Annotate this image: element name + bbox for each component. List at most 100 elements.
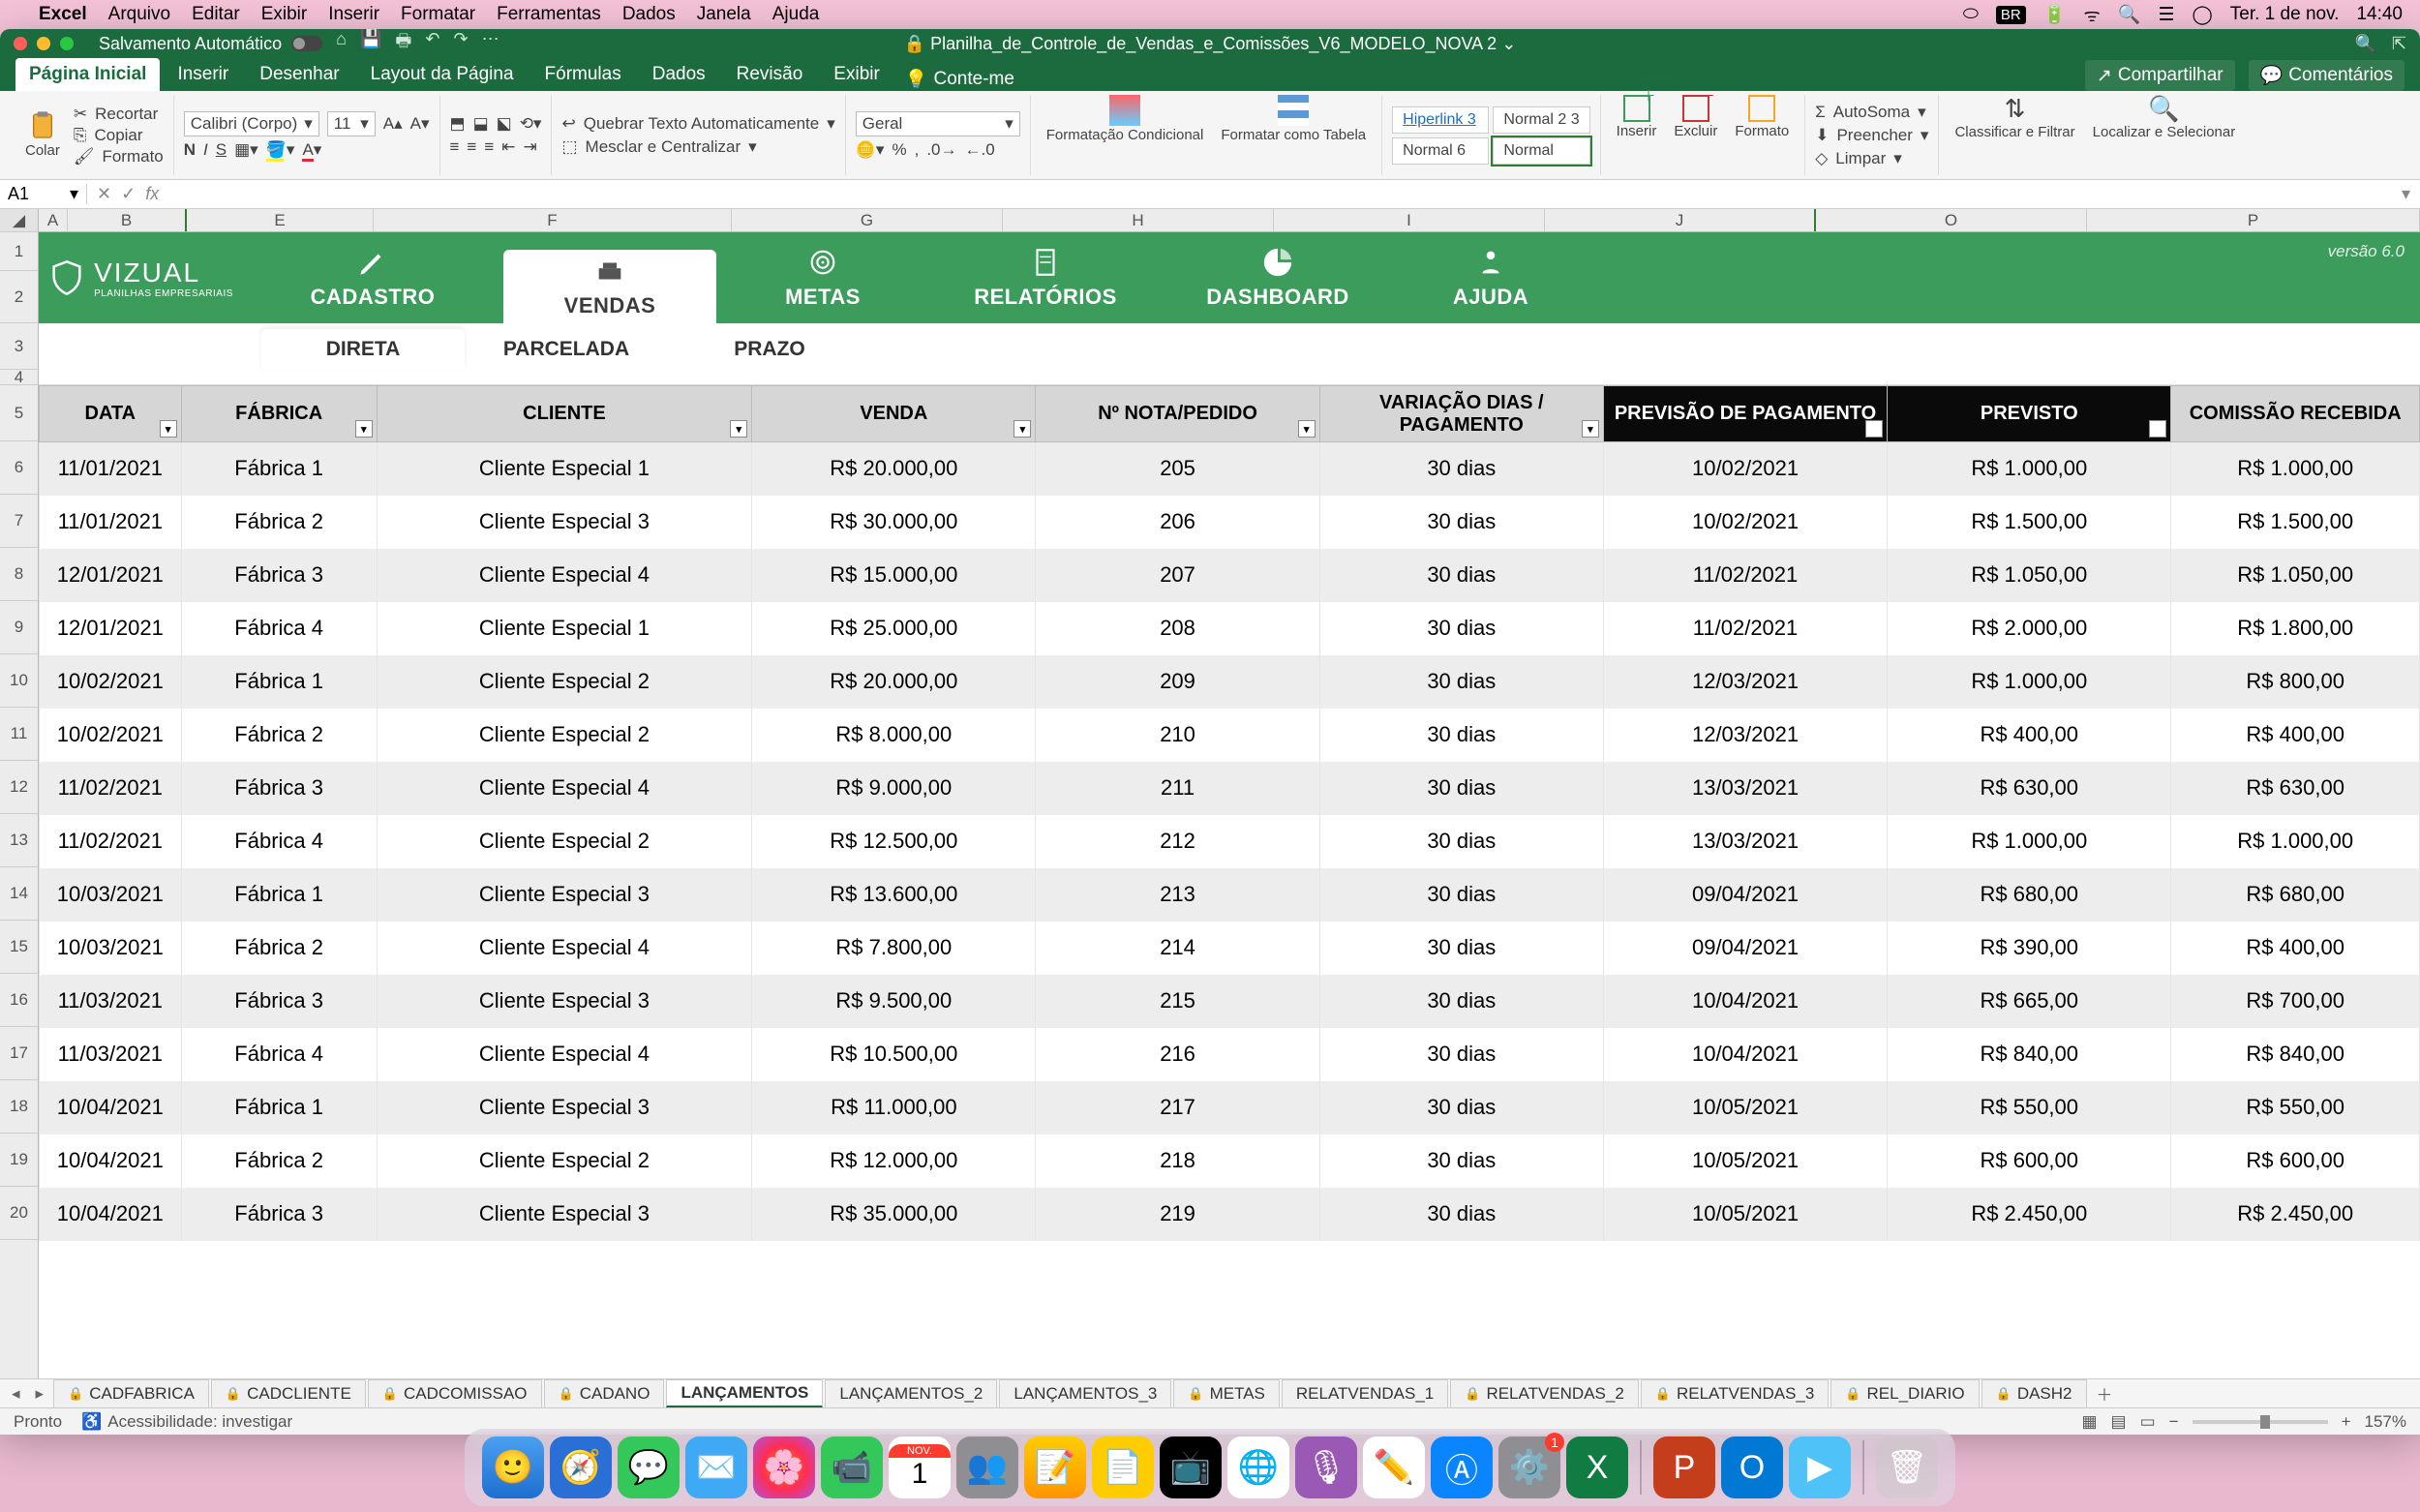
cell-data[interactable]: 10/02/2021 — [40, 709, 182, 762]
cell-prev[interactable]: 10/04/2021 — [1603, 1028, 1887, 1081]
cell-data[interactable]: 10/04/2021 — [40, 1134, 182, 1188]
menu-exibir[interactable]: Exibir — [261, 4, 308, 25]
percent-button[interactable]: % — [892, 140, 906, 160]
align-bottom-button[interactable]: ⬕ — [497, 114, 512, 134]
cell-previsto[interactable]: R$ 1.050,00 — [1888, 549, 2171, 602]
dock-pages[interactable]: ✏️ — [1363, 1436, 1425, 1498]
dock-appstore[interactable]: Ⓐ — [1431, 1436, 1493, 1498]
sheet-tab[interactable]: 🔒REL_DIARIO — [1830, 1379, 1979, 1407]
autosum-button[interactable]: ΣAutoSoma ▾ — [1815, 103, 1928, 122]
clear-button[interactable]: ◇Limpar ▾ — [1815, 149, 1928, 168]
filter-icon[interactable]: ▾ — [1865, 420, 1883, 438]
home-icon[interactable]: ⌂ — [336, 29, 347, 58]
cell-com[interactable]: R$ 400,00 — [2171, 922, 2420, 975]
cut-button[interactable]: ✂Recortar — [74, 105, 164, 124]
cell-style-normal23[interactable]: Normal 2 3 — [1493, 106, 1589, 134]
menu-editar[interactable]: Editar — [192, 4, 240, 25]
undo-icon[interactable]: ↶ — [425, 29, 439, 58]
row-header[interactable]: 19 — [0, 1134, 38, 1187]
cell-com[interactable]: R$ 700,00 — [2171, 975, 2420, 1028]
input-source[interactable]: BR — [1996, 6, 2026, 24]
align-left-button[interactable]: ≡ — [450, 137, 460, 157]
th-nota[interactable]: Nº NOTA/PEDIDO▾ — [1036, 386, 1319, 442]
align-middle-button[interactable]: ⬓ — [473, 114, 489, 134]
nav-metas[interactable]: METAS — [716, 232, 929, 323]
fill-color-button[interactable]: 🪣▾ — [266, 140, 295, 160]
col-header[interactable]: G — [732, 209, 1003, 231]
tab-layout[interactable]: Layout da Página — [357, 58, 528, 91]
page-break-button[interactable]: ▭ — [2140, 1412, 2156, 1432]
table-row[interactable]: 11/02/2021Fábrica 4Cliente Especial 2R$ … — [40, 815, 2420, 868]
cell-fab[interactable]: Fábrica 4 — [181, 1028, 377, 1081]
cell-cli[interactable]: Cliente Especial 3 — [377, 1081, 751, 1134]
cell-var[interactable]: 30 dias — [1319, 1134, 1603, 1188]
cell-data[interactable]: 11/02/2021 — [40, 815, 182, 868]
dock-trash[interactable]: 🗑 — [1876, 1436, 1938, 1498]
cell-prev[interactable]: 13/03/2021 — [1603, 815, 1887, 868]
filter-icon[interactable]: ▾ — [1298, 420, 1316, 438]
redo-icon[interactable]: ↷ — [454, 29, 469, 58]
menu-ajuda[interactable]: Ajuda — [772, 4, 820, 25]
cell-fab[interactable]: Fábrica 1 — [181, 1081, 377, 1134]
decrease-decimal-button[interactable]: ←.0 — [965, 140, 995, 160]
table-row[interactable]: 10/04/2021Fábrica 2Cliente Especial 2R$ … — [40, 1134, 2420, 1188]
sheet-tab[interactable]: 🔒RELATVENDAS_2 — [1450, 1379, 1639, 1407]
cell-venda[interactable]: R$ 13.600,00 — [752, 868, 1036, 922]
col-header[interactable]: J — [1545, 209, 1816, 231]
cell-cli[interactable]: Cliente Especial 4 — [377, 762, 751, 815]
merge-button[interactable]: ⬚Mesclar e Centralizar ▾ — [561, 137, 834, 157]
cell-nota[interactable]: 217 — [1036, 1081, 1319, 1134]
tab-pagina-inicial[interactable]: Página Inicial — [15, 58, 160, 91]
decrease-font-button[interactable]: A▾ — [410, 114, 430, 134]
th-data[interactable]: DATA▾ — [40, 386, 182, 442]
row-header[interactable]: 17 — [0, 1027, 38, 1080]
col-header[interactable]: F — [374, 209, 732, 231]
cell-prev[interactable]: 11/02/2021 — [1603, 602, 1887, 655]
copy-button[interactable]: ⎘Copiar — [74, 126, 164, 145]
normal-view-button[interactable]: ▦ — [2081, 1412, 2097, 1432]
cell-nota[interactable]: 206 — [1036, 496, 1319, 549]
cell-venda[interactable]: R$ 25.000,00 — [752, 602, 1036, 655]
dock-tv[interactable]: 📺 — [1160, 1436, 1222, 1498]
italic-button[interactable]: I — [203, 140, 208, 160]
cell-previsto[interactable]: R$ 390,00 — [1888, 922, 2171, 975]
sheet-tab[interactable]: LANÇAMENTOS_2 — [825, 1379, 997, 1407]
cell-previsto[interactable]: R$ 1.500,00 — [1888, 496, 2171, 549]
menubar-appname[interactable]: Excel — [39, 4, 87, 25]
zoom-level[interactable]: 157% — [2365, 1412, 2406, 1432]
sheet-tab[interactable]: 🔒CADFABRICA — [53, 1379, 209, 1407]
control-center-icon[interactable]: ☰ — [2158, 4, 2174, 26]
cell-previsto[interactable]: R$ 680,00 — [1888, 868, 2171, 922]
nav-dashboard[interactable]: DASHBOARD — [1162, 232, 1394, 323]
cell-var[interactable]: 30 dias — [1319, 549, 1603, 602]
siri-icon[interactable]: ◯ — [2193, 4, 2213, 26]
battery-icon[interactable]: 🔋 — [2043, 3, 2067, 26]
dock-podcasts[interactable]: 🎙 — [1295, 1436, 1357, 1498]
cell-fab[interactable]: Fábrica 2 — [181, 1134, 377, 1188]
dock-messages[interactable]: 💬 — [618, 1436, 680, 1498]
number-format-select[interactable]: Geral▾ — [856, 111, 1020, 136]
decrease-indent-button[interactable]: ⇤ — [501, 137, 515, 157]
search-icon[interactable]: 🔍 — [2118, 3, 2141, 26]
table-row[interactable]: 12/01/2021Fábrica 4Cliente Especial 1R$ … — [40, 602, 2420, 655]
cell-prev[interactable]: 12/03/2021 — [1603, 655, 1887, 709]
cell-nota[interactable]: 216 — [1036, 1028, 1319, 1081]
cell-nota[interactable]: 208 — [1036, 602, 1319, 655]
ribbon-collapse-icon[interactable]: ⇱ — [2392, 34, 2406, 54]
th-variacao[interactable]: VARIAÇÃO DIAS / PAGAMENTO▾ — [1319, 386, 1603, 442]
cell-var[interactable]: 30 dias — [1319, 496, 1603, 549]
subtab-parcelada[interactable]: PARCELADA — [465, 329, 668, 370]
cell-cli[interactable]: Cliente Especial 3 — [377, 975, 751, 1028]
sheet-tab[interactable]: LANÇAMENTOS_3 — [999, 1379, 1171, 1407]
filter-icon[interactable]: ▾ — [355, 420, 373, 438]
align-center-button[interactable]: ≡ — [467, 137, 476, 157]
cell-previsto[interactable]: R$ 600,00 — [1888, 1134, 2171, 1188]
align-top-button[interactable]: ⬒ — [450, 114, 466, 134]
cell-com[interactable]: R$ 680,00 — [2171, 868, 2420, 922]
row-header[interactable]: 1 — [0, 232, 38, 271]
paste-button[interactable]: Colar — [19, 110, 66, 160]
row-header[interactable]: 6 — [0, 441, 38, 495]
cell-prev[interactable]: 13/03/2021 — [1603, 762, 1887, 815]
cell-fab[interactable]: Fábrica 3 — [181, 762, 377, 815]
col-header[interactable]: P — [2087, 209, 2420, 231]
